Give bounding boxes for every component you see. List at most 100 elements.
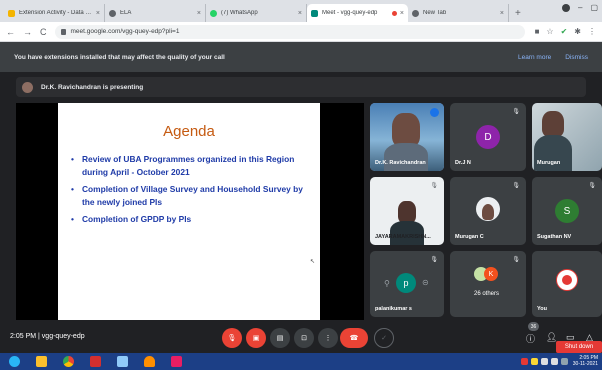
meeting-code: vgg-quey-edp	[41, 333, 85, 340]
participant-tile[interactable]: 🎙︎ K 26 others	[450, 251, 526, 317]
participant-tile[interactable]: 🎙︎ JAYARAMAKRISHN...	[370, 177, 444, 245]
extensions-puzzle-icon[interactable]: ✱	[574, 27, 581, 36]
meet-control-bar: 2:05 PM | vgg-quey-edp 🎙︎ ▣ ▤ ⊡ ⋮ ☎ ✓ ⓘ …	[0, 323, 602, 353]
done-check-button[interactable]: ✓	[374, 328, 394, 348]
taskbar-pdf-icon[interactable]	[85, 355, 105, 368]
participant-avatar: p	[396, 273, 416, 293]
present-screen-button[interactable]: ⊡	[294, 328, 314, 348]
extension-check-icon[interactable]: ✔	[561, 27, 568, 36]
participant-name: You	[537, 306, 547, 312]
participant-tile[interactable]: 🎙︎ Murugan C	[450, 177, 526, 245]
bookmark-star-icon[interactable]: ☆	[546, 27, 553, 36]
close-tab-icon[interactable]: ×	[298, 10, 302, 17]
learn-more-link[interactable]: Learn more	[518, 54, 551, 61]
mic-off-icon: 🎙︎	[512, 109, 520, 115]
menu-dots-icon[interactable]: ⋮	[588, 27, 596, 36]
participant-name: Sugathan NV	[537, 234, 572, 240]
participant-tile[interactable]: Dr.K. Ravichandran	[370, 103, 444, 171]
url-field[interactable]: meet.google.com/vgg-quey-edp?pli=1	[54, 24, 525, 39]
more-options-icon[interactable]: ⊝	[422, 278, 429, 287]
ela-favicon-icon	[109, 9, 116, 17]
participant-tile[interactable]: Murugan	[532, 103, 602, 171]
participant-tile[interactable]: 🎙︎ S Sugathan NV	[532, 177, 602, 245]
leave-call-button[interactable]: ☎	[340, 328, 368, 348]
participant-tile[interactable]: 🎙︎ D Dr.J N	[450, 103, 526, 171]
tab-title: (7) WhatsApp	[221, 10, 258, 16]
tab-meet[interactable]: Meet - vgg-quey-edp ×	[307, 4, 408, 22]
participant-name: palanikumar s	[375, 306, 412, 312]
tray-network-icon[interactable]	[540, 357, 548, 365]
forward-arrow-icon[interactable]: →	[23, 27, 32, 37]
captions-button[interactable]: ▤	[270, 328, 290, 348]
mic-toggle-button[interactable]: 🎙︎	[222, 328, 242, 348]
new-tab-plus-icon[interactable]: +	[515, 8, 521, 19]
participant-photo	[482, 204, 494, 220]
profile-icon[interactable]	[561, 3, 570, 12]
mic-off-icon: 🎙︎	[430, 257, 438, 263]
taskbar-clock[interactable]: 2:05 PM 30-11-2021	[573, 355, 598, 367]
close-tab-icon[interactable]: ×	[96, 10, 100, 17]
minimize-icon[interactable]: –	[578, 3, 582, 12]
participant-avatar: S	[555, 199, 579, 223]
tab-new-tab[interactable]: New Tab ×	[408, 4, 509, 22]
presenting-bar: Dr.K. Ravichandran is presenting	[16, 77, 586, 97]
taskbar-app-icon[interactable]	[112, 355, 132, 368]
pin-icon[interactable]: ⚲	[384, 279, 390, 288]
others-count-label: 26 others	[474, 291, 500, 297]
presenting-text: Dr.K. Ravichandran is presenting	[41, 83, 144, 91]
shut-down-button[interactable]: Shut down	[556, 341, 602, 353]
mic-off-icon: 🎙︎	[512, 183, 520, 189]
dismiss-link[interactable]: Dismiss	[565, 54, 588, 61]
shared-slide: Agenda Review of UBA Programmes organize…	[58, 103, 320, 320]
camera-indicator-icon[interactable]: ■	[535, 27, 540, 36]
more-options-button[interactable]: ⋮	[318, 328, 338, 348]
back-arrow-icon[interactable]: ←	[6, 27, 15, 37]
taskbar-user-icon[interactable]	[139, 355, 159, 368]
participant-figure	[398, 201, 416, 223]
windows-taskbar: 2:05 PM 30-11-2021	[0, 353, 602, 370]
camera-toggle-button[interactable]: ▣	[246, 328, 266, 348]
meeting-info-icon[interactable]: ⓘ	[526, 332, 535, 345]
tab-whatsapp[interactable]: (7) WhatsApp ×	[206, 4, 307, 22]
tab-title: ELA	[120, 10, 132, 16]
taskbar-ie-icon[interactable]	[4, 355, 24, 368]
tab-title: New Tab	[423, 10, 447, 16]
tray-flag-icon[interactable]	[560, 357, 568, 365]
self-avatar-logo	[556, 269, 578, 291]
tab-title: Extension Activity - Data Temp	[19, 10, 93, 16]
participant-avatar: D	[476, 125, 500, 149]
participant-figure	[384, 143, 428, 171]
extension-activity-favicon-icon	[8, 9, 15, 17]
tray-shield-icon[interactable]	[530, 357, 538, 365]
taskbar-folder-icon[interactable]	[31, 355, 51, 368]
slide-bullet: Completion of Village Survey and Househo…	[70, 183, 310, 208]
taskbar-paint-icon[interactable]	[166, 355, 186, 368]
tab-ela[interactable]: ELA ×	[105, 4, 206, 22]
close-tab-icon[interactable]: ×	[197, 10, 201, 17]
participant-name: Dr.J N	[455, 160, 471, 166]
mouse-cursor-icon: ↖	[310, 259, 316, 265]
tray-volume-icon[interactable]	[550, 357, 558, 365]
whatsapp-favicon-icon	[210, 9, 217, 17]
meet-favicon-icon	[311, 9, 318, 17]
slide-bullet-list: Review of UBA Programmes organized in th…	[70, 153, 310, 231]
taskbar-chrome-icon[interactable]	[58, 355, 78, 368]
maximize-icon[interactable]: ▢	[590, 3, 598, 12]
close-tab-icon[interactable]: ×	[500, 10, 504, 17]
reload-icon[interactable]: C	[40, 27, 47, 37]
participant-tile[interactable]: 🎙︎ ⚲ p ⊝ palanikumar s	[370, 251, 444, 317]
browser-actions: ■ ☆ ✔ ✱ ⋮	[535, 27, 596, 36]
tab-extension-activity[interactable]: Extension Activity - Data Temp ×	[4, 4, 105, 22]
browser-tab-strip: Extension Activity - Data Temp × ELA × (…	[0, 0, 602, 22]
meeting-time: 2:05 PM	[10, 333, 37, 340]
mic-off-icon: 🎙︎	[588, 183, 596, 189]
mic-off-icon: 🎙︎	[430, 183, 438, 189]
participant-tile-self[interactable]: You	[532, 251, 602, 317]
slide-title: Agenda	[163, 123, 215, 140]
close-tab-icon[interactable]: ×	[400, 10, 404, 17]
speaking-indicator-icon	[430, 108, 439, 117]
participant-name: Murugan C	[455, 234, 484, 240]
banner-message: You have extensions installed that may a…	[14, 53, 225, 61]
tray-antivirus-icon[interactable]	[520, 357, 528, 365]
participant-figure	[390, 221, 424, 245]
